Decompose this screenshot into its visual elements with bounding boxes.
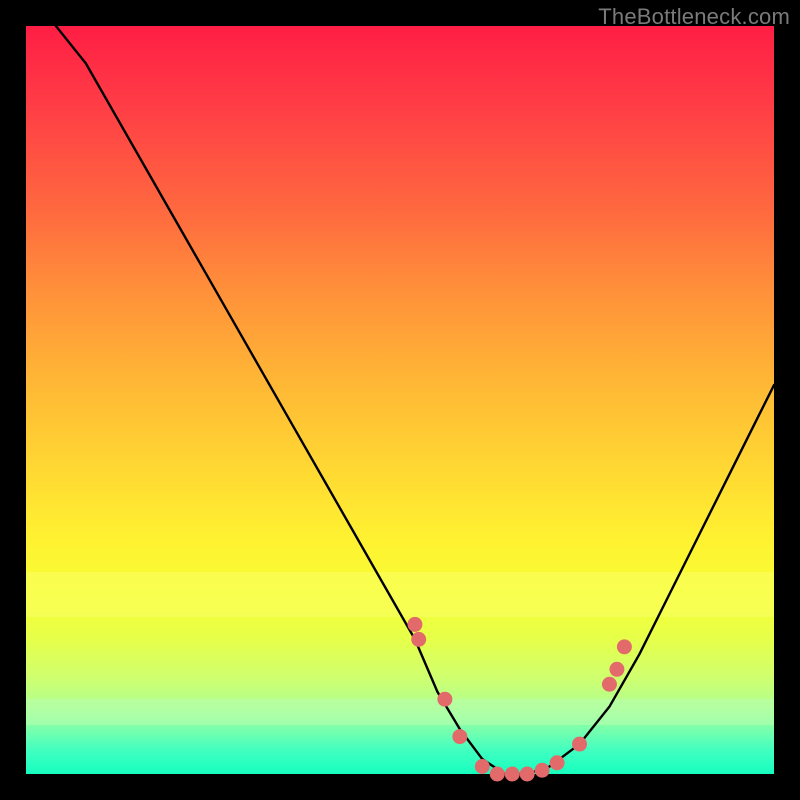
chart-frame: TheBottleneck.com — [0, 0, 800, 800]
curve-marker — [407, 617, 422, 632]
curve-marker — [437, 692, 452, 707]
watermark-text: TheBottleneck.com — [598, 4, 790, 30]
curve-marker — [452, 729, 467, 744]
curve-marker — [617, 639, 632, 654]
curve-marker — [572, 737, 587, 752]
curve-marker — [411, 632, 426, 647]
curve-marker — [505, 767, 520, 782]
plot-area — [26, 26, 774, 774]
curve-marker — [475, 759, 490, 774]
curve-marker — [609, 662, 624, 677]
bottleneck-curve — [56, 26, 774, 774]
curve-marker — [602, 677, 617, 692]
curve-marker — [550, 755, 565, 770]
curve-marker — [535, 763, 550, 778]
curve-marker — [490, 767, 505, 782]
marker-group — [407, 617, 631, 782]
curve-svg — [26, 26, 774, 774]
curve-marker — [520, 767, 535, 782]
